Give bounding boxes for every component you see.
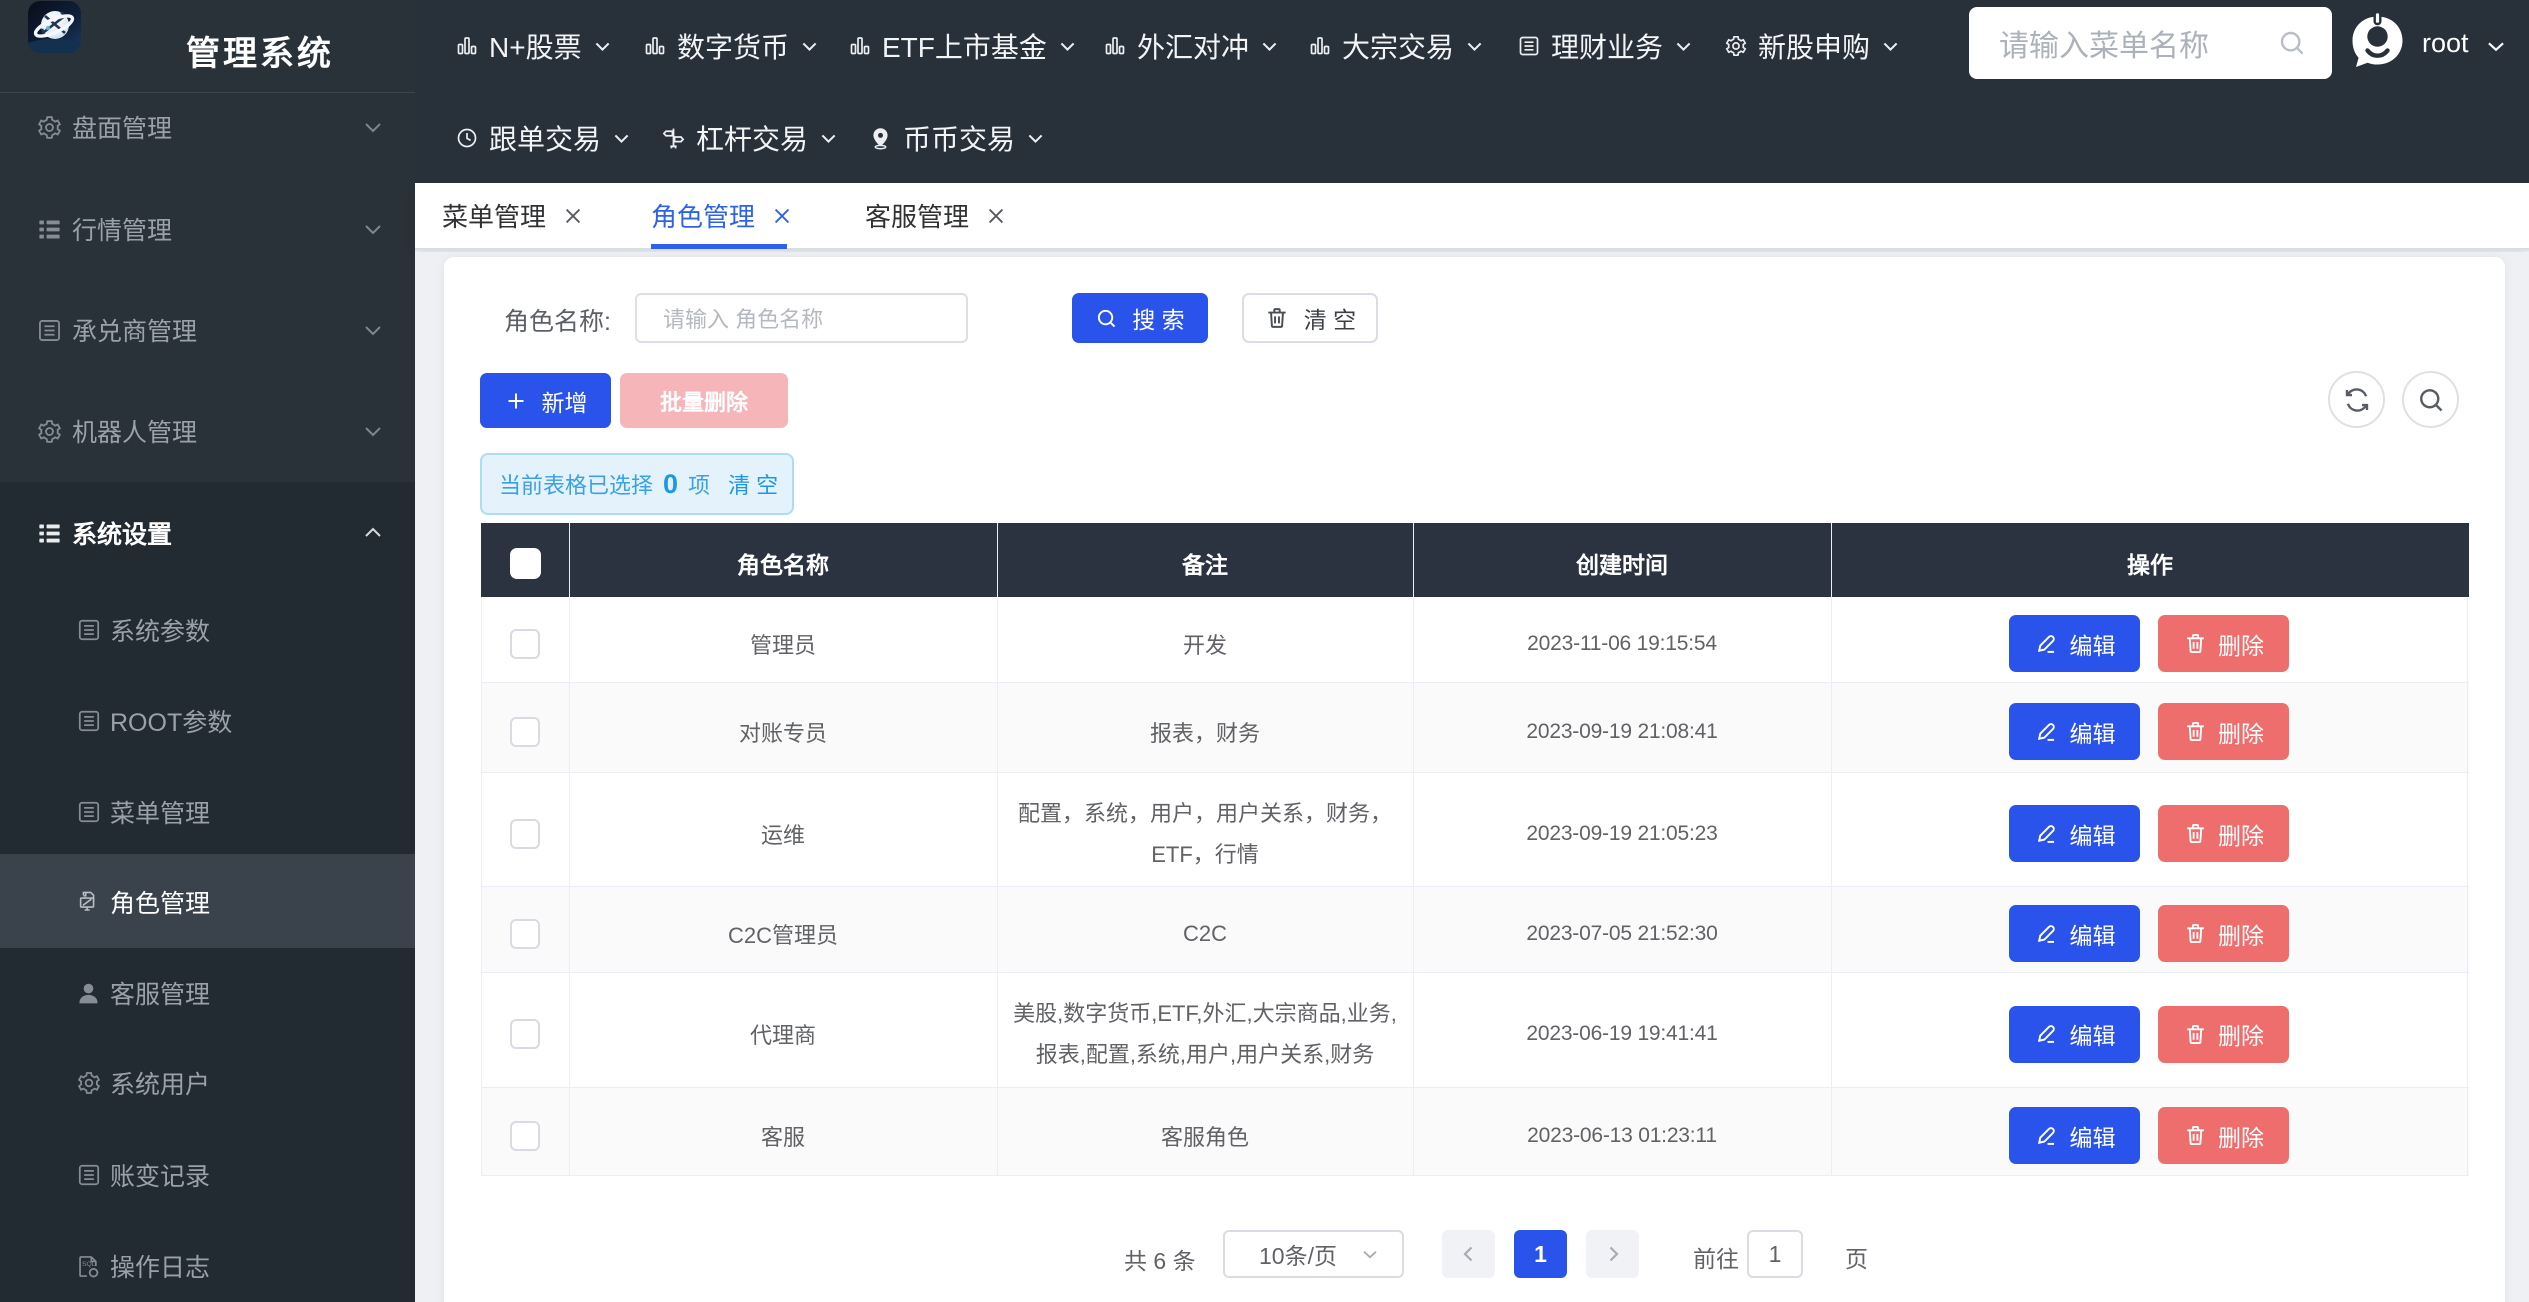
svg-text:SQL: SQL [82, 1260, 96, 1267]
